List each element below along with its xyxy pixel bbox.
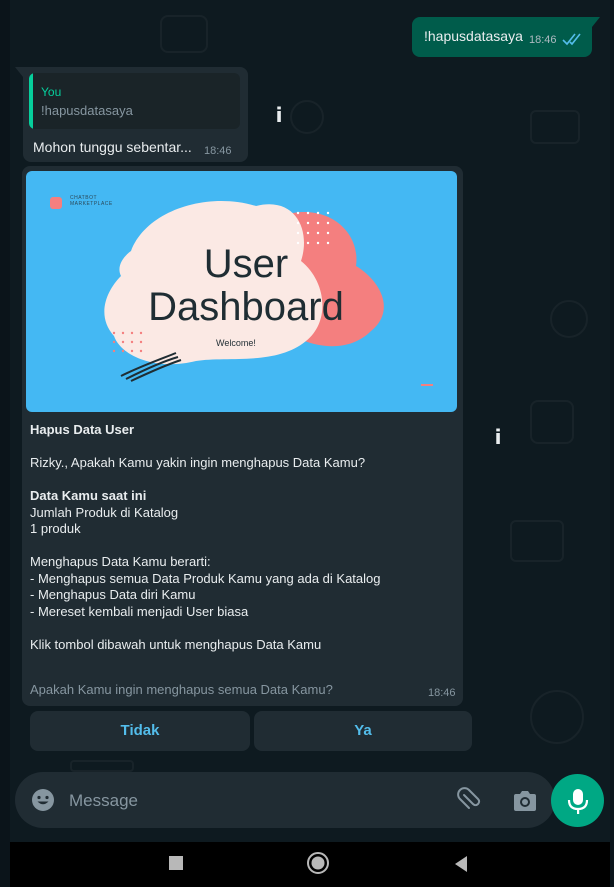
- banner-title-line-2: Dashboard: [148, 285, 344, 329]
- reply-time: 18:46: [204, 145, 232, 157]
- incoming-reply-bubble[interactable]: You !hapusdatasaya Mohon tunggu sebentar…: [23, 67, 248, 162]
- message-input[interactable]: [69, 789, 419, 813]
- brand-line-2: MARKETPLACE: [70, 201, 113, 207]
- banner-title-line-1: User: [203, 242, 289, 286]
- consequence-item: - Menghapus Data diri Kamu: [30, 587, 196, 602]
- card-instruction: Klik tombol dibawah untuk menghapus Data…: [30, 636, 322, 652]
- voice-message-button[interactable]: [551, 774, 604, 827]
- banner-title: User Dashboard: [96, 243, 396, 329]
- reply-text: Mohon tunggu sebentar...: [33, 139, 192, 155]
- means-label: Menghapus Data Kamu berarti:: [30, 554, 211, 569]
- wallpaper-doodle: [550, 300, 588, 338]
- wallpaper-doodle: [70, 760, 134, 772]
- home-icon[interactable]: [307, 852, 329, 874]
- outgoing-bubble-tail: [592, 17, 600, 27]
- quote-bar: [29, 73, 33, 129]
- dashboard-card-message[interactable]: CHATBOT MARKETPLACE User Dashboard Welco…: [22, 166, 463, 706]
- card-time: 18:46: [428, 687, 456, 699]
- banner-welcome: Welcome!: [216, 338, 256, 348]
- quoted-text: !hapusdatasaya: [41, 103, 133, 118]
- catalog-label: Jumlah Produk di Katalog: [30, 504, 179, 520]
- wallpaper-doodle: [530, 400, 574, 444]
- double-check-icon: [562, 33, 581, 46]
- card-body: Hapus Data User Rizky., Apakah Kamu yaki…: [30, 422, 450, 653]
- info-icon[interactable]: i: [492, 426, 504, 448]
- wallpaper-doodle: [290, 100, 324, 134]
- card-footer: Apakah Kamu ingin menghapus semua Data K…: [30, 682, 333, 697]
- quoted-message[interactable]: You !hapusdatasaya: [29, 73, 240, 129]
- brand-logo-icon: [50, 197, 62, 209]
- quoted-author: You: [41, 85, 62, 99]
- card-question: Rizky., Apakah Kamu yakin ingin menghapu…: [30, 455, 366, 470]
- wallpaper-doodle: [510, 520, 564, 562]
- microphone-icon: [567, 789, 589, 814]
- catalog-count: 1 produk: [30, 521, 81, 536]
- brand-name: CHATBOT MARKETPLACE: [70, 195, 113, 207]
- arrow-right-icon: [421, 384, 433, 386]
- outgoing-message-text: !hapusdatasaya: [424, 28, 523, 44]
- system-navigation-bar: [10, 842, 610, 887]
- incoming-bubble-tail: [15, 67, 23, 77]
- back-icon[interactable]: [453, 854, 469, 874]
- consequence-item: - Mereset kembali menjadi User biasa: [30, 603, 249, 619]
- no-button[interactable]: Tidak: [30, 711, 250, 751]
- camera-icon[interactable]: [512, 789, 538, 813]
- emoji-icon[interactable]: [31, 788, 55, 812]
- consequence-item: - Menghapus semua Data Produk Kamu yang …: [30, 570, 381, 586]
- attach-icon[interactable]: [455, 786, 483, 814]
- card-heading: Hapus Data User: [30, 422, 135, 437]
- wallpaper-doodle: [530, 690, 584, 744]
- yes-button[interactable]: Ya: [254, 711, 472, 751]
- recent-apps-icon[interactable]: [169, 856, 183, 870]
- dashboard-banner-image: CHATBOT MARKETPLACE User Dashboard Welco…: [26, 171, 457, 412]
- compose-bar: [15, 772, 555, 828]
- wallpaper-doodle: [530, 110, 580, 144]
- outgoing-message-bubble[interactable]: !hapusdatasaya 18:46: [412, 17, 592, 57]
- outgoing-message-time: 18:46: [529, 34, 557, 46]
- current-data-label: Data Kamu saat ini: [30, 488, 147, 503]
- wallpaper-doodle: [160, 15, 208, 53]
- info-icon[interactable]: i: [273, 104, 285, 126]
